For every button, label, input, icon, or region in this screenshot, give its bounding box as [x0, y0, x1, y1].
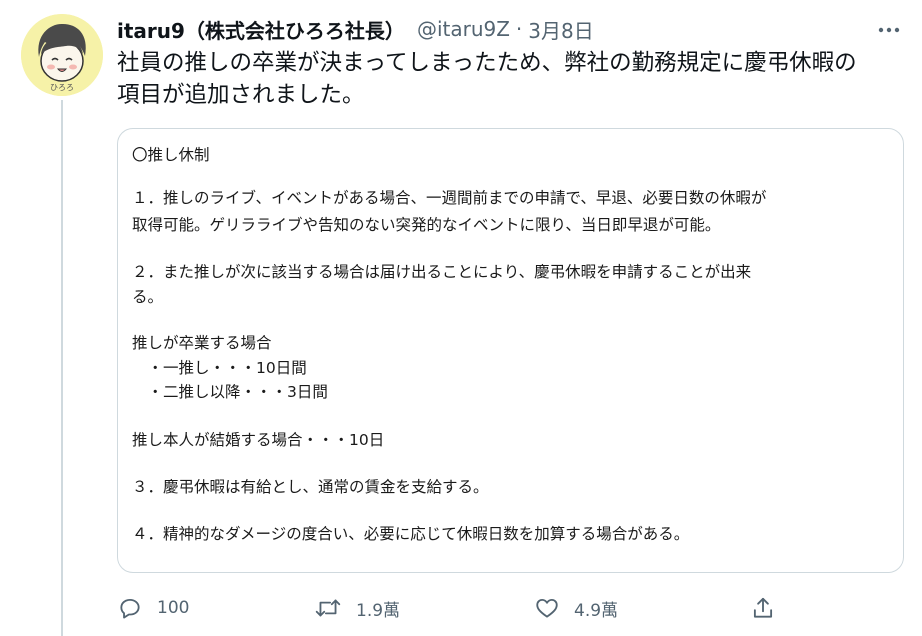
svg-text:ひろろ: ひろろ [50, 83, 74, 92]
document-heading: 〇推し休制 [132, 146, 210, 164]
document-line: ３．慶弔休暇は有給とし、通常の賃金を支給する。 [132, 478, 489, 496]
more-dots-icon [878, 27, 900, 33]
like-button[interactable]: 4.9萬 [534, 590, 618, 626]
avatar-illustration: ひろろ [21, 14, 103, 96]
document-line: ４．精神的なダメージの度合い、必要に応じて休暇日数を加算する場合がある。 [132, 525, 690, 543]
tweet-actions: 100 1.9萬 4.9萬 [117, 590, 797, 626]
document-line: 推しが卒業する場合 [132, 334, 272, 352]
avatar[interactable]: ひろろ [21, 14, 103, 96]
document-line: 取得可能。ゲリラライブや告知のない突発的なイベントに限り、当日即早退が可能。 [132, 216, 721, 234]
tweet-text-line: 社員の推しの卒業が決まってしまったため、弊社の勤務規定に慶弔休暇の [117, 50, 857, 76]
tweet-header: itaru9（株式会社ひろろ社長） @itaru9Z · 3月8日 [117, 14, 594, 44]
attached-image[interactable]: 〇推し休制 １．推しのライブ、イベントがある場合、一週間前までの申請で、早退、必… [117, 128, 904, 573]
reply-icon [120, 598, 140, 619]
like-count: 4.9萬 [574, 600, 619, 621]
user-handle[interactable]: @itaru9Z [417, 17, 510, 41]
document-line: ・二推し以降・・・3日間 [132, 383, 328, 401]
separator-dot: · [515, 17, 523, 41]
more-options-button[interactable] [872, 18, 906, 42]
display-name[interactable]: itaru9（株式会社ひろろ社長） [117, 15, 405, 44]
tweet-date[interactable]: 3月8日 [528, 15, 593, 44]
retweet-button[interactable]: 1.9萬 [314, 590, 400, 626]
retweet-count: 1.9萬 [356, 600, 401, 621]
document-line: ２．また推しが次に該当する場合は届け出ることにより、慶弔休暇を申請することが出来 [132, 263, 752, 281]
thread-line [61, 100, 63, 636]
share-button[interactable] [750, 590, 776, 626]
tweet-text-line: 項目が追加されました。 [117, 82, 365, 108]
document-line: ・一推し・・・10日間 [132, 359, 307, 377]
document-line: １．推しのライブ、イベントがある場合、一週間前までの申請で、早退、必要日数の休暇… [132, 189, 767, 207]
document-line: る。 [132, 288, 164, 306]
heart-icon [536, 598, 558, 618]
reply-button[interactable]: 100 [117, 590, 189, 626]
retweet-icon [315, 599, 341, 617]
reply-count: 100 [157, 598, 190, 618]
document-line: 推し本人が結婚する場合・・・10日 [132, 431, 385, 449]
tweet-text: 社員の推しの卒業が決まってしまったため、弊社の勤務規定に慶弔休暇の 項目が追加さ… [117, 47, 907, 111]
share-icon [753, 597, 773, 618]
